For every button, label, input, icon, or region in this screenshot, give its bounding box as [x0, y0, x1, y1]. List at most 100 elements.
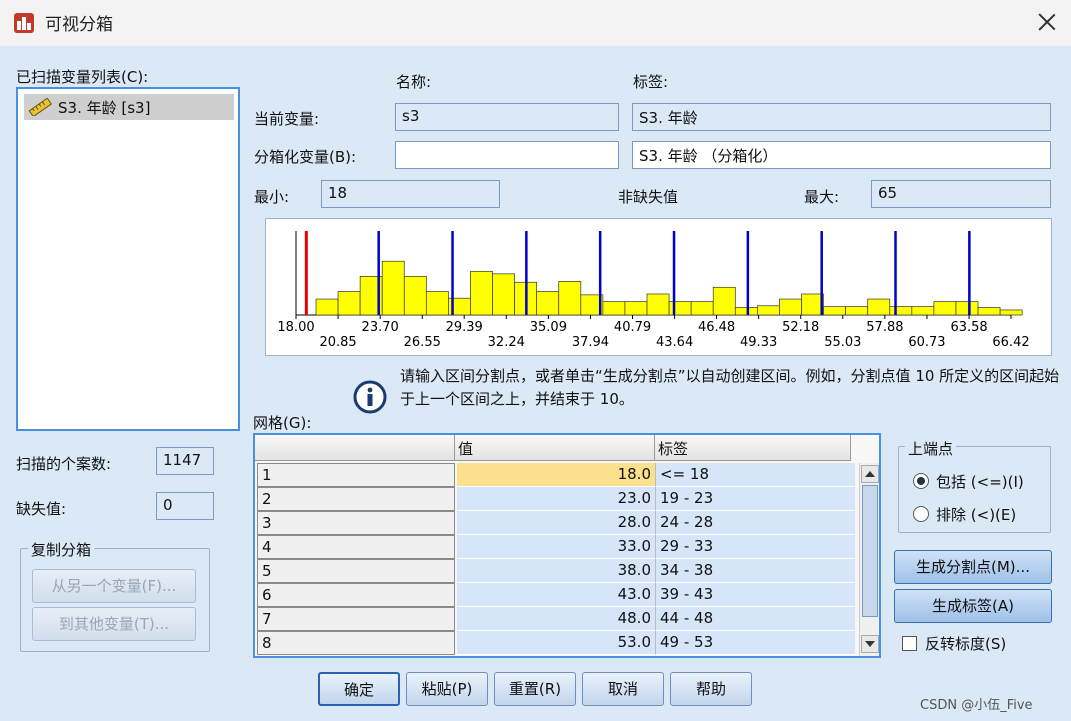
- grid-header-label[interactable]: 标签: [655, 435, 851, 461]
- tick-label: 29.39: [446, 320, 483, 335]
- grid-row-index[interactable]: 4: [257, 535, 455, 559]
- tick-label: 60.73: [908, 335, 945, 350]
- copy-to-variables-button[interactable]: 到其他变量(T)...: [32, 607, 196, 641]
- variable-item-label: S3. 年龄 [s3]: [58, 98, 151, 117]
- histogram-bar: [823, 306, 846, 316]
- grid-cell-label[interactable]: 39 - 43: [655, 583, 855, 607]
- grid-row-index[interactable]: 5: [257, 559, 455, 583]
- reverse-scale-checkbox[interactable]: [902, 636, 917, 651]
- scroll-down-button[interactable]: [861, 635, 879, 653]
- grid-row[interactable]: 8 53.0 49 - 53: [255, 631, 855, 655]
- grid-header-index: [255, 435, 455, 461]
- include-radio[interactable]: [913, 473, 929, 489]
- grid-row-index[interactable]: 3: [257, 511, 455, 535]
- upper-endpoint-title: 上端点: [905, 438, 957, 459]
- grid-row-index[interactable]: 1: [257, 463, 455, 487]
- make-labels-button[interactable]: 生成标签(A): [894, 589, 1052, 623]
- current-variable-name-field: s3: [395, 103, 619, 131]
- grid-row[interactable]: 2 23.0 19 - 23: [255, 487, 855, 511]
- ok-button[interactable]: 确定: [318, 672, 400, 706]
- tick-label: 57.88: [866, 320, 903, 335]
- histogram-bar: [558, 281, 582, 316]
- missing-values-field: 0: [156, 492, 214, 520]
- tick-label: 52.18: [782, 320, 819, 335]
- reset-button[interactable]: 重置(R): [494, 672, 576, 706]
- tick-label: 46.48: [698, 320, 735, 335]
- grid-row[interactable]: 1 18.0 <= 18: [255, 463, 855, 487]
- histogram-bar: [911, 306, 935, 316]
- visual-binning-dialog: 可视分箱 已扫描变量列表(C): S3. 年龄 [s3] 名称: 标签: 当前变…: [0, 0, 1071, 721]
- cancel-button[interactable]: 取消: [582, 672, 664, 706]
- current-variable-label-field: S3. 年龄: [632, 103, 1051, 131]
- info-message: 请输入区间分割点，或者单击“生成分割点”以自动创建区间。例如，分割点值 10 所…: [400, 367, 1060, 408]
- histogram-bar: [315, 298, 339, 316]
- scroll-up-button[interactable]: [861, 465, 879, 483]
- grid-cell-value[interactable]: 28.0: [457, 511, 655, 535]
- grid-row-index[interactable]: 7: [257, 607, 455, 631]
- histogram-bar: [933, 301, 957, 316]
- grid-scrollbar[interactable]: [859, 463, 879, 656]
- grid-row-index[interactable]: 8: [257, 631, 455, 655]
- histogram-bar: [403, 276, 427, 316]
- help-button[interactable]: 帮助: [670, 672, 752, 706]
- histogram-bar: [845, 306, 869, 316]
- grid-header: 值 标签: [255, 435, 879, 461]
- grid-cell-label[interactable]: 24 - 28: [655, 511, 855, 535]
- scanned-cases-field: 1147: [156, 447, 214, 475]
- reverse-scale-label[interactable]: 反转标度(S): [925, 633, 1006, 654]
- histogram-chart[interactable]: 18.00 20.85 23.70 26.55 29.39 32.24 35.09 37.94…: [266, 219, 1051, 355]
- grid-cell-label[interactable]: 29 - 33: [655, 535, 855, 559]
- copy-from-variable-button[interactable]: 从另一个变量(F)...: [32, 569, 196, 603]
- exclude-radio-label[interactable]: 排除 (<)(E): [936, 504, 1016, 525]
- binned-variable-label-input[interactable]: S3. 年龄 （分箱化）: [632, 141, 1051, 169]
- histogram-bar: [381, 260, 405, 316]
- exclude-radio[interactable]: [913, 506, 929, 522]
- include-radio-label[interactable]: 包括 (<=)(I): [936, 471, 1024, 492]
- binned-variable-name-input[interactable]: [395, 141, 619, 169]
- histogram-bar: [602, 301, 626, 316]
- variable-item[interactable]: S3. 年龄 [s3]: [24, 94, 234, 120]
- grid-row[interactable]: 7 48.0 44 - 48: [255, 607, 855, 631]
- grid-cell-value[interactable]: 18.0: [457, 463, 655, 487]
- grid-cell-value[interactable]: 23.0: [457, 487, 655, 511]
- grid-cell-value[interactable]: 38.0: [457, 559, 655, 583]
- grid-cell-value[interactable]: 33.0: [457, 535, 655, 559]
- grid-cell-label[interactable]: 49 - 53: [655, 631, 855, 655]
- cutpoint-grid[interactable]: 值 标签 1 18.0 <= 18 2 23.0 19 - 23 3 28.0 24 - 28 4…: [253, 433, 881, 658]
- grid-row-index[interactable]: 2: [257, 487, 455, 511]
- tick-label: 66.42: [992, 335, 1029, 350]
- grid-row[interactable]: 5 38.0 34 - 38: [255, 559, 855, 583]
- min-value-field: 18: [321, 180, 500, 208]
- title-bar: 可视分箱: [0, 0, 1071, 46]
- grid-cell-label[interactable]: 19 - 23: [655, 487, 855, 511]
- grid-row[interactable]: 6 43.0 39 - 43: [255, 583, 855, 607]
- grid-row[interactable]: 3 28.0 24 - 28: [255, 511, 855, 535]
- histogram-panel[interactable]: 18.00 20.85 23.70 26.55 29.39 32.24 35.09 37.94…: [265, 218, 1052, 356]
- histogram-bar: [536, 291, 560, 316]
- grid-row-index[interactable]: 6: [257, 583, 455, 607]
- missing-values-label: 缺失值:: [16, 500, 67, 518]
- scanned-variable-list[interactable]: S3. 年龄 [s3]: [16, 87, 240, 431]
- make-cutpoints-button[interactable]: 生成分割点(M)...: [894, 550, 1052, 584]
- histogram-bar: [734, 307, 758, 316]
- grid-cell-label[interactable]: 34 - 38: [655, 559, 855, 583]
- grid-cell-label[interactable]: 44 - 48: [655, 607, 855, 631]
- chevron-down-icon: [865, 641, 875, 647]
- histogram-bar: [999, 309, 1023, 316]
- max-label: 最大:: [804, 188, 840, 206]
- grid-row[interactable]: 4 33.0 29 - 33: [255, 535, 855, 559]
- grid-cell-value[interactable]: 48.0: [457, 607, 655, 631]
- chevron-up-icon: [865, 471, 875, 477]
- close-icon[interactable]: [1030, 6, 1064, 38]
- scroll-thumb[interactable]: [862, 485, 878, 617]
- grid-cell-value[interactable]: 53.0: [457, 631, 655, 655]
- histogram-bar: [668, 301, 692, 316]
- label-header: 标签:: [633, 73, 669, 91]
- paste-button[interactable]: 粘贴(P): [406, 672, 488, 706]
- histogram-bar: [757, 305, 780, 316]
- grid-cell-label[interactable]: <= 18: [655, 463, 855, 487]
- tick-label: 23.70: [362, 320, 399, 335]
- tick-label: 18.00: [277, 320, 314, 335]
- grid-cell-value[interactable]: 43.0: [457, 583, 655, 607]
- grid-header-value[interactable]: 值: [455, 435, 655, 461]
